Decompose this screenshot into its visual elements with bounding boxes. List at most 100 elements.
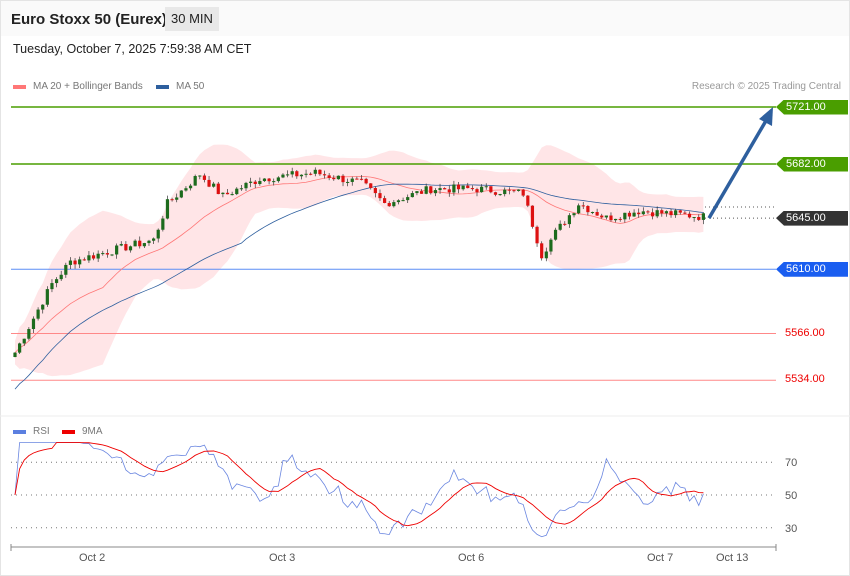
candle-body (290, 171, 294, 175)
candle-body (188, 185, 193, 189)
candle-body (124, 244, 128, 251)
candle-body (567, 215, 571, 225)
candle-body (521, 189, 525, 196)
level-label: 5721.00 (776, 99, 848, 115)
candle-body (13, 352, 17, 358)
candle-body (133, 240, 137, 247)
candle-body (410, 193, 414, 198)
candle-body (614, 218, 618, 221)
candle-body (198, 175, 202, 177)
candle-body (313, 169, 317, 174)
candle-body (119, 244, 123, 246)
candle-body (516, 189, 521, 191)
candle-body (304, 173, 308, 175)
candle-body (295, 171, 299, 177)
level-label: 5610.00 (776, 261, 848, 277)
candle-body (609, 215, 613, 221)
rsi-tick: 50 (785, 490, 797, 502)
candle-body (341, 175, 345, 183)
candle-body (530, 205, 535, 227)
candle-body (674, 210, 678, 216)
candle-body (535, 226, 539, 244)
candle-body (147, 240, 151, 244)
candle-body (156, 229, 160, 239)
candle-body (239, 188, 243, 190)
candle-body (369, 183, 373, 189)
candle-body (355, 178, 359, 180)
candle-body (235, 188, 239, 195)
candle-body (54, 279, 59, 284)
candle-body (230, 194, 234, 196)
level-label: 5566.00 (785, 326, 825, 339)
candle-body (364, 178, 368, 184)
candle-body (193, 176, 197, 186)
level-label: 5682.00 (776, 156, 848, 172)
candle-body (484, 186, 488, 188)
candle-body (31, 318, 36, 330)
candle-body (299, 174, 304, 177)
candle-body (272, 181, 276, 183)
candle-body (466, 185, 470, 189)
candle-body (161, 218, 165, 230)
candle-body (623, 212, 627, 220)
candle-body (396, 200, 401, 203)
candle-body (281, 174, 285, 178)
candle-body (244, 182, 248, 189)
candle-body (101, 253, 105, 255)
candle-body (406, 197, 410, 201)
candle-body (632, 212, 636, 217)
candle-body (618, 218, 622, 220)
candle-body (678, 210, 682, 213)
candle-body (22, 338, 26, 344)
candle-body (359, 178, 364, 180)
candle-body (600, 215, 604, 218)
candle-body (433, 190, 438, 194)
candle-body (419, 191, 424, 194)
candle-body (68, 260, 73, 265)
candle-body (73, 260, 77, 265)
candle-body (443, 188, 447, 190)
candle-body (64, 264, 68, 275)
candle-body (258, 181, 262, 184)
candle-body (50, 283, 54, 290)
candle-body (91, 255, 96, 259)
candle-body (692, 217, 696, 219)
candle-body (637, 212, 641, 215)
candle-body (336, 175, 340, 180)
x-tick-label: Oct 6 (458, 552, 485, 564)
candle-body (438, 188, 442, 191)
candle-body (249, 181, 253, 183)
candle-body (276, 177, 280, 182)
candle-body (660, 210, 664, 214)
candle-body (452, 184, 456, 193)
candle-body (387, 202, 391, 207)
candle-body (669, 211, 673, 216)
candle-body (165, 199, 170, 219)
candle-body (59, 274, 63, 280)
candle-body (152, 238, 156, 241)
candle-body (318, 169, 322, 175)
candle-body (553, 229, 558, 240)
candle-body (563, 223, 567, 225)
x-tick-label: Oct 2 (79, 552, 106, 564)
candle-body (225, 192, 230, 195)
candle-body (664, 211, 669, 214)
candle-body (175, 197, 179, 200)
candle-body (493, 192, 498, 195)
candle-body (503, 189, 507, 195)
x-tick-label: Oct 3 (269, 552, 296, 564)
candle-body (558, 223, 562, 230)
candle-body (105, 253, 109, 255)
candle-body (461, 185, 465, 190)
candle-body (480, 186, 484, 193)
rsi-ma-line (14, 442, 704, 527)
price-chart: 70 50 30 (0, 106, 850, 551)
candle-body (697, 217, 701, 220)
candle-body (627, 212, 632, 217)
candle-body (392, 202, 396, 207)
x-tick-label: Oct 7 (647, 552, 674, 564)
candle-body (96, 253, 100, 259)
bollinger-bands (15, 144, 704, 377)
rsi-tick: 70 (785, 457, 797, 469)
candle-body (82, 259, 86, 261)
